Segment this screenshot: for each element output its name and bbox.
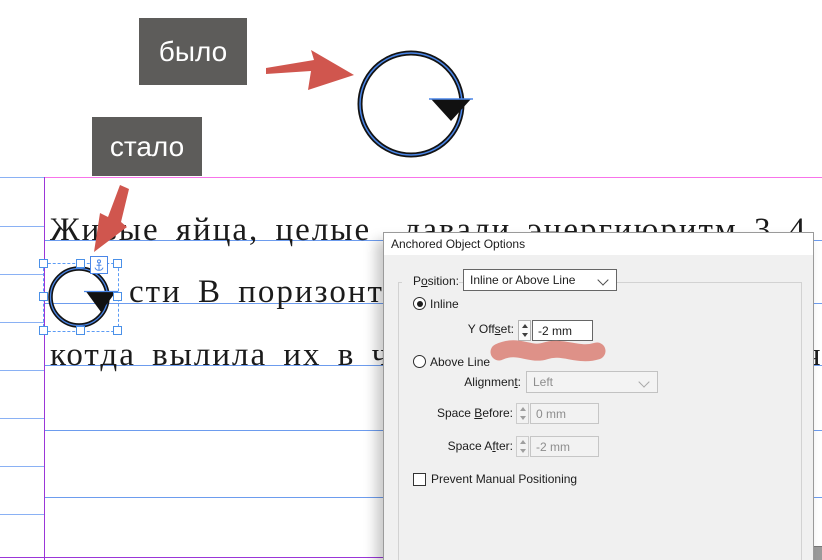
y-offset-field[interactable]: -2 mm [532, 320, 593, 341]
label-before-box: было [139, 18, 247, 85]
space-after-stepper [516, 436, 529, 457]
space-before-field: 0 mm [530, 403, 599, 424]
selection-handle-mid-left[interactable] [39, 292, 48, 301]
stepper-up-icon[interactable] [521, 324, 528, 328]
selection-handle-top-right[interactable] [113, 259, 122, 268]
chevron-down-icon [638, 376, 650, 388]
space-before-label: Space Before: [413, 406, 513, 420]
alignment-dropdown: Left [526, 371, 658, 393]
space-after-label: Space After: [413, 439, 513, 453]
dialog-title: Anchored Object Options [391, 237, 526, 251]
space-after-field: -2 mm [530, 436, 599, 457]
y-offset-label: Y Offset: [434, 322, 514, 336]
inline-radio[interactable] [413, 297, 426, 310]
dialog-title-bar[interactable]: Anchored Object Options [384, 233, 813, 255]
position-label: Position: [402, 274, 459, 289]
triangle-marker-before[interactable] [431, 99, 471, 121]
anchored-object-options-dialog: Anchored Object Options Position: Inline… [383, 232, 814, 560]
indesign-workspace: Живые яйца, целые давали энергиюритм 3 4… [0, 0, 822, 560]
alignment-label: Alignment: [431, 375, 521, 389]
y-offset-stepper[interactable] [518, 320, 531, 341]
selection-handle-top-left[interactable] [39, 259, 48, 268]
above-line-radio[interactable] [413, 355, 426, 368]
anchor-glyph [94, 258, 104, 271]
label-after-box: стало [92, 117, 202, 176]
selection-handle-bottom-left[interactable] [39, 326, 48, 335]
space-before-stepper [516, 403, 529, 424]
stepper-down-icon [519, 416, 526, 420]
position-dropdown[interactable]: Inline or Above Line [463, 269, 617, 291]
selection-handle-bottom-center[interactable] [76, 326, 85, 335]
stepper-up-icon [519, 440, 526, 444]
selection-handle-bottom-right[interactable] [113, 326, 122, 335]
above-line-radio-label: Above Line [430, 355, 491, 369]
chevron-down-icon [597, 274, 609, 286]
stepper-down-icon[interactable] [521, 333, 528, 337]
prevent-manual-positioning-label: Prevent Manual Positioning [431, 472, 578, 486]
stepper-down-icon [519, 449, 526, 453]
prevent-manual-positioning-checkbox[interactable] [413, 473, 426, 486]
anchor-icon[interactable] [90, 256, 108, 274]
selection-handle-mid-right[interactable] [113, 292, 122, 301]
selection-handle-top-center[interactable] [76, 259, 85, 268]
stepper-up-icon [519, 407, 526, 411]
inline-radio-label: Inline [430, 297, 459, 311]
